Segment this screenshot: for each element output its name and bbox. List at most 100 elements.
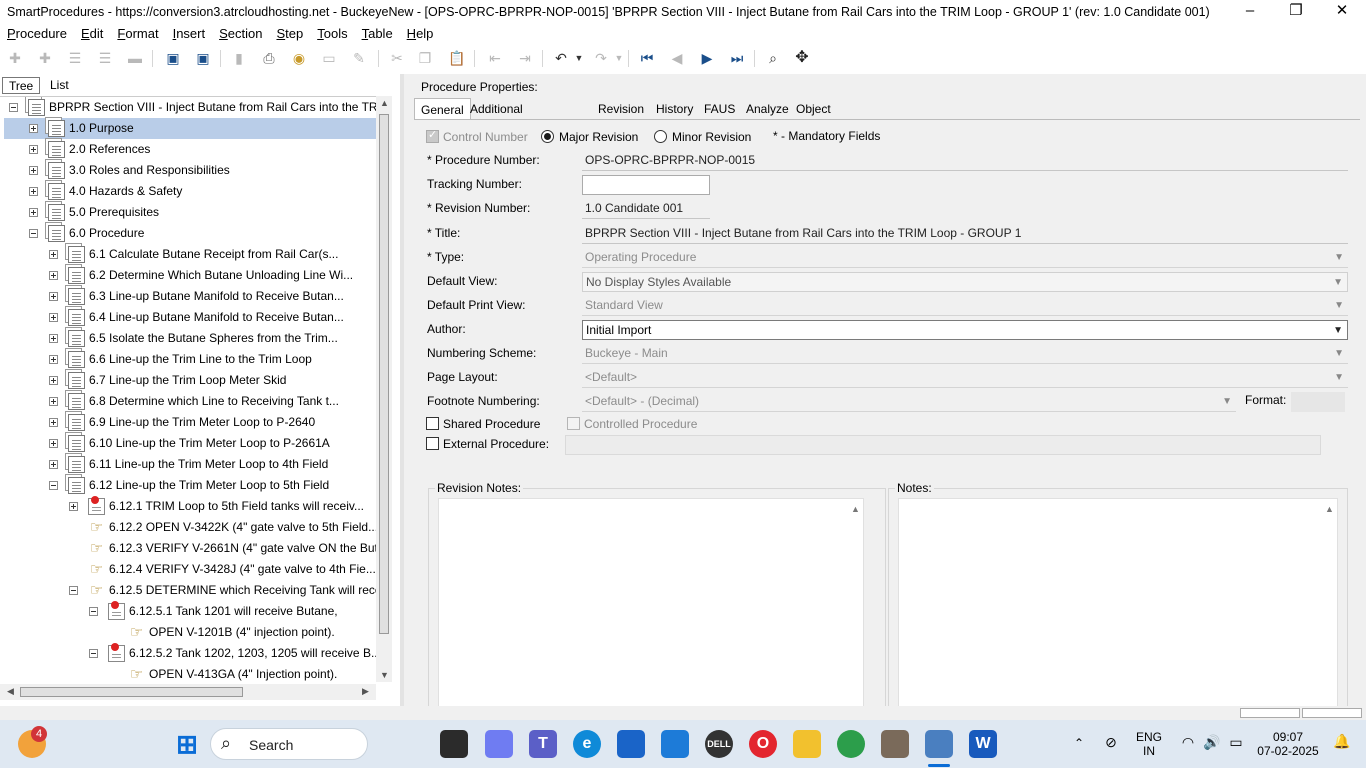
expand-icon[interactable] — [49, 376, 58, 385]
collapse-icon[interactable] — [49, 481, 58, 490]
footnote-numbering-dropdown[interactable]: <Default> - (Decimal) ▼ — [582, 392, 1236, 412]
expand-icon[interactable] — [49, 460, 58, 469]
expand-icon[interactable] — [29, 166, 38, 175]
scroll-thumb[interactable] — [379, 114, 389, 634]
tree-node[interactable]: ☞ 6.12.3 VERIFY V-2661N (4" gate valve ON… — [0, 538, 376, 559]
format-field[interactable] — [1291, 392, 1345, 412]
edit-icon[interactable]: ✎ — [348, 48, 370, 68]
tab-history[interactable]: History — [650, 98, 699, 120]
tree-node[interactable]: 6.1 Calculate Butane Receipt from Rail C… — [0, 244, 376, 265]
procedure-number-field[interactable]: OPS-OPRC-BPRPR-NOP-0015 — [582, 151, 1348, 171]
collapse-icon[interactable] — [9, 103, 18, 112]
link-icon[interactable]: ◉ — [288, 48, 310, 68]
tree-node[interactable]: ☞ 6.12.5 DETERMINE which Receiving Tank w… — [0, 580, 376, 601]
revision-notes-textarea[interactable]: ▲ — [438, 498, 864, 708]
print-icon[interactable]: ⎙ — [258, 48, 280, 68]
expand-icon[interactable] — [69, 502, 78, 511]
menu-table[interactable]: Table — [355, 24, 400, 43]
language-indicator[interactable]: ENG IN — [1132, 730, 1166, 758]
tree-vertical-scrollbar[interactable]: ▲ ▼ — [376, 96, 392, 682]
tree-node[interactable]: 6.5 Isolate the Butane Spheres from the … — [0, 328, 376, 349]
tree-node[interactable]: 6.12.1 TRIM Loop to 5th Field tanks will… — [0, 496, 376, 517]
expand-icon[interactable] — [49, 439, 58, 448]
chrome-icon[interactable] — [837, 730, 865, 758]
expand-icon[interactable] — [49, 355, 58, 364]
tracking-number-field[interactable] — [582, 175, 710, 195]
tree-node[interactable]: 6.12.5.2 Tank 1202, 1203, 1205 will rece… — [0, 643, 376, 664]
dell-icon[interactable]: DELL — [705, 730, 733, 758]
tree-node[interactable]: ☞ OPEN V-1201B (4" injection point). — [0, 622, 376, 643]
numbering-scheme-dropdown[interactable]: Buckeye - Main ▼ — [582, 344, 1348, 364]
author-dropdown[interactable]: Initial Import ▼ — [582, 320, 1348, 340]
major-revision-radio[interactable] — [541, 130, 554, 143]
expand-icon[interactable] — [49, 250, 58, 259]
store-icon[interactable] — [617, 730, 645, 758]
revision-number-field[interactable]: 1.0 Candidate 001 — [582, 199, 710, 219]
scroll-right-icon[interactable]: ▶ — [362, 686, 369, 697]
move-icon[interactable]: ✥ — [791, 48, 813, 68]
file-explorer-icon[interactable] — [793, 730, 821, 758]
save-icon[interactable]: ▣ — [192, 48, 214, 68]
tab-object-locator[interactable]: Object Locator — [790, 98, 842, 138]
scroll-up-icon[interactable]: ▲ — [380, 98, 389, 108]
tree-node[interactable]: ☞ 6.12.4 VERIFY V-3428J (4" gate valve to… — [0, 559, 376, 580]
collapse-icon[interactable] — [29, 229, 38, 238]
tree-node[interactable]: 3.0 Roles and Responsibilities — [0, 160, 376, 181]
next-icon[interactable]: ▶ — [696, 48, 718, 68]
menu-help[interactable]: Help — [400, 24, 441, 43]
redo-dropdown-icon[interactable]: ▼ — [608, 48, 630, 68]
cut-icon[interactable]: ✂ — [386, 48, 408, 68]
edge-icon[interactable]: e — [573, 730, 601, 758]
notes-scrollbar[interactable]: ▲ — [847, 499, 863, 707]
tab-tree[interactable]: Tree — [2, 77, 41, 94]
tree-node[interactable]: 6.12.5.1 Tank 1201 will receive Butane, — [0, 601, 376, 622]
tree-horizontal-scrollbar[interactable]: ◀ ▶ — [0, 684, 376, 700]
expand-icon[interactable] — [49, 418, 58, 427]
controlled-procedure-checkbox[interactable] — [567, 417, 580, 430]
menu-section[interactable]: Section — [212, 24, 269, 43]
scroll-up-icon[interactable]: ▲ — [1325, 504, 1334, 514]
scroll-left-icon[interactable]: ◀ — [7, 686, 14, 697]
smartprocedures-icon[interactable] — [925, 730, 953, 758]
tab-general[interactable]: General — [414, 98, 471, 120]
tree-node[interactable]: 6.9 Line-up the Trim Meter Loop to P-264… — [0, 412, 376, 433]
tree-node[interactable]: ☞ OPEN V-413GA (4" Injection point). — [0, 664, 376, 682]
tree-node[interactable]: 1.0 Purpose — [4, 118, 376, 139]
menu-insert[interactable]: Insert — [166, 24, 213, 43]
default-print-view-dropdown[interactable]: Standard View ▼ — [582, 296, 1348, 316]
tree-node[interactable]: 6.3 Line-up Butane Manifold to Receive B… — [0, 286, 376, 307]
tab-analyze[interactable]: Analyze — [740, 98, 795, 120]
expand-icon[interactable] — [29, 208, 38, 217]
expand-icon[interactable] — [49, 397, 58, 406]
external-procedure-checkbox[interactable] — [426, 437, 439, 450]
minor-revision-radio[interactable] — [654, 130, 667, 143]
tab-faus[interactable]: FAUS — [698, 98, 741, 120]
shared-procedure-checkbox[interactable] — [426, 417, 439, 430]
list-alt-icon[interactable]: ☰ — [94, 48, 116, 68]
expand-icon[interactable] — [49, 313, 58, 322]
menu-format[interactable]: Format — [110, 24, 165, 43]
tree-node[interactable]: 6.2 Determine Which Butane Unloading Lin… — [0, 265, 376, 286]
last-icon[interactable]: ⏭ — [726, 48, 748, 68]
teams-icon[interactable]: T — [529, 730, 557, 758]
collapse-icon[interactable] — [89, 607, 98, 616]
list-icon[interactable]: ☰ — [64, 48, 86, 68]
tree-node[interactable]: 4.0 Hazards & Safety — [0, 181, 376, 202]
copy-icon[interactable]: ❐ — [414, 48, 436, 68]
expand-icon[interactable] — [29, 124, 38, 133]
notes-scrollbar[interactable]: ▲ — [1321, 499, 1337, 707]
window-icon[interactable]: ▭ — [318, 48, 340, 68]
type-dropdown[interactable]: Operating Procedure ▼ — [582, 248, 1348, 268]
page-layout-dropdown[interactable]: <Default> ▼ — [582, 368, 1348, 388]
tree-node[interactable]: 6.10 Line-up the Trim Meter Loop to P-26… — [0, 433, 376, 454]
minimize-button[interactable]: – — [1227, 0, 1273, 24]
remove-icon[interactable]: ▬ — [124, 48, 146, 68]
expand-icon[interactable] — [49, 292, 58, 301]
menu-step[interactable]: Step — [269, 24, 310, 43]
expand-icon[interactable] — [49, 271, 58, 280]
wifi-icon[interactable]: ◠ — [1178, 735, 1198, 749]
collapse-icon[interactable] — [69, 586, 78, 595]
vpn-icon[interactable]: ⊘ — [1101, 735, 1121, 749]
first-icon[interactable]: ⏮ — [636, 48, 658, 68]
remote-desktop-icon[interactable] — [661, 730, 689, 758]
